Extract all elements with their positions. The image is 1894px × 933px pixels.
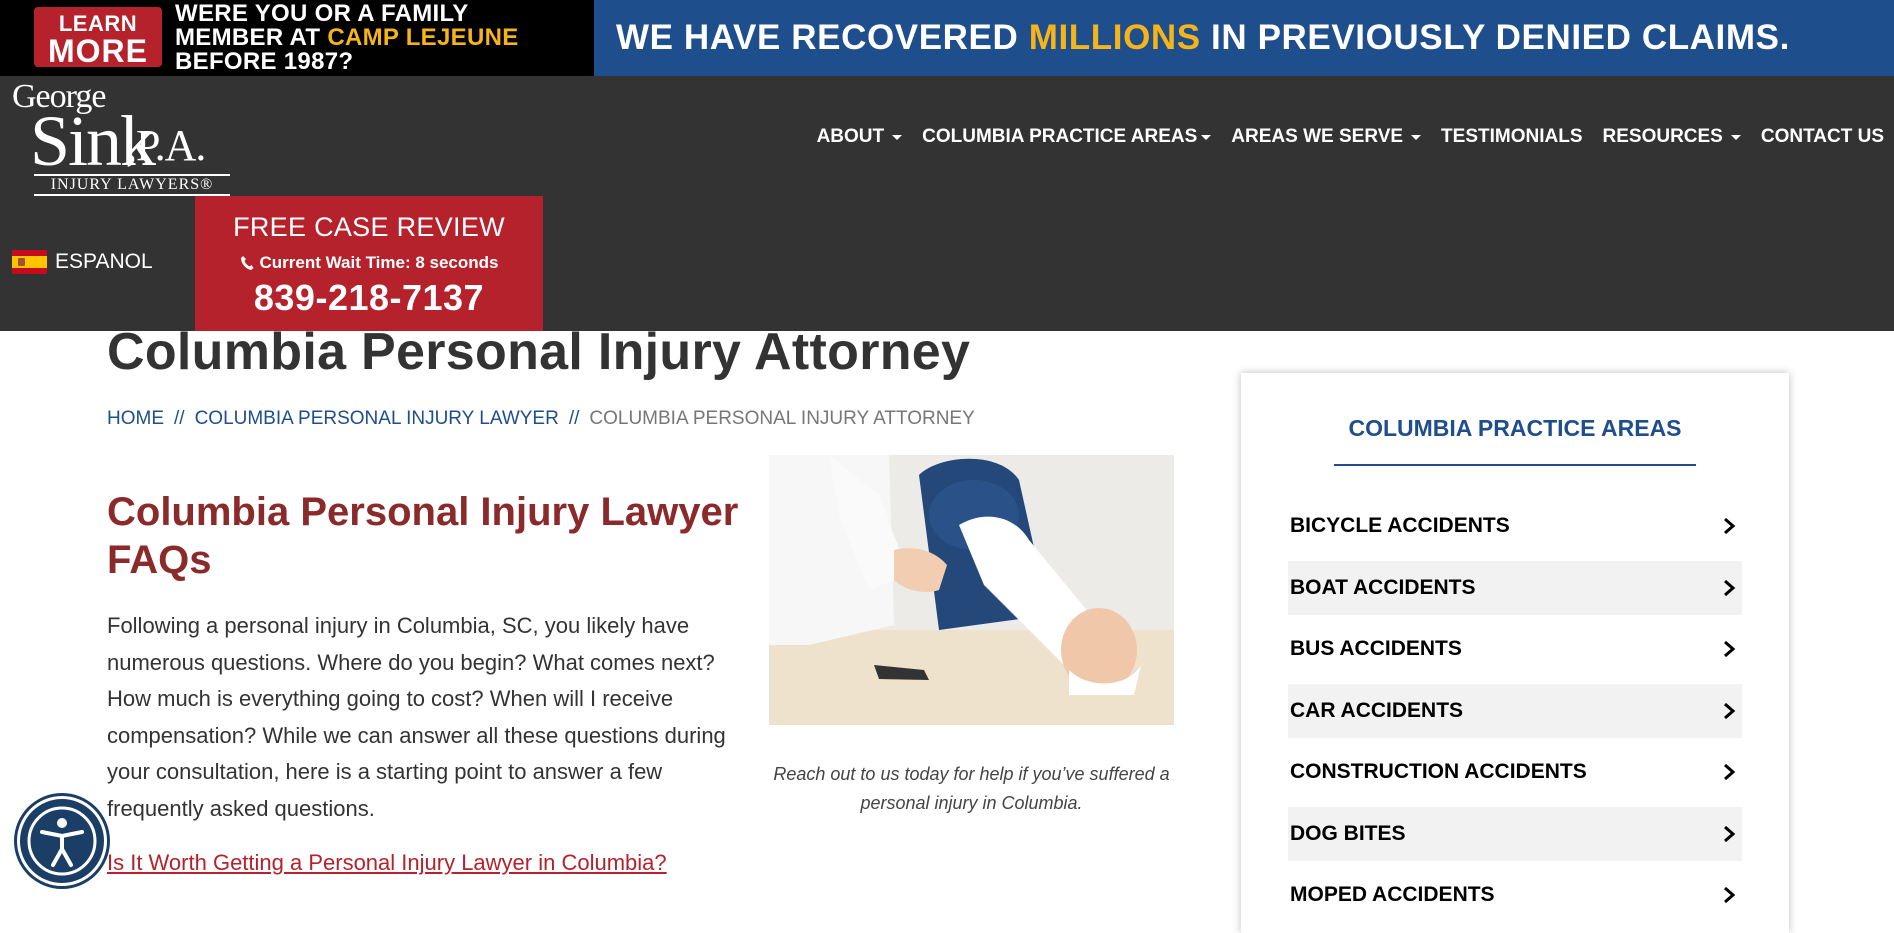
breadcrumb-separator: // (174, 408, 185, 429)
question-line1: WERE YOU OR A FAMILY (175, 0, 469, 27)
learn-more-line1: LEARN (58, 11, 138, 36)
top-banner: LEARN MORE WERE YOU OR A FAMILY MEMBER A… (0, 0, 1894, 76)
nav-testimonials[interactable]: TESTIMONIALS (1431, 126, 1592, 148)
sidebar-divider (1334, 464, 1696, 466)
practice-area-item[interactable]: DOG BITES (1288, 806, 1742, 861)
logo-pa: ,P.A. (126, 121, 206, 170)
practice-area-label: MOPED ACCIDENTS (1290, 883, 1495, 906)
faq-heading: Columbia Personal Injury Lawyer FAQs (107, 490, 739, 582)
chevron-down-icon (1201, 134, 1212, 140)
claims-text-c: IN PREVIOUSLY DENIED CLAIMS. (1200, 18, 1790, 57)
nav-about-label: ABOUT (816, 126, 885, 147)
wait-time-text: Current Wait Time: 8 seconds (259, 253, 499, 272)
practice-areas-list: BICYCLE ACCIDENTS BOAT ACCIDENTS BUS ACC… (1288, 499, 1742, 930)
practice-area-item[interactable]: MOPED ACCIDENTS (1288, 868, 1742, 922)
question-line3: BEFORE 1987? (175, 48, 354, 75)
chevron-down-icon (1730, 134, 1741, 140)
breadcrumb-current: COLUMBIA PERSONAL INJURY ATTORNEY (589, 408, 975, 429)
chevron-right-icon (1724, 825, 1736, 842)
practice-area-label: CONSTRUCTION ACCIDENTS (1290, 760, 1587, 783)
logo-injury-lawyers: INJURY LAWYERS® (34, 174, 230, 196)
practice-area-label: BOAT ACCIDENTS (1290, 575, 1476, 599)
nav-columbia-practice-areas[interactable]: COLUMBIA PRACTICE AREAS (912, 126, 1221, 148)
practice-area-item[interactable]: CAR ACCIDENTS (1288, 683, 1742, 738)
practice-area-item[interactable]: BUS ACCIDENTS (1288, 622, 1742, 676)
question-line2-a: MEMBER AT (175, 24, 328, 51)
intro-paragraph: Following a personal injury in Columbia,… (107, 613, 726, 821)
practice-area-label: BICYCLE ACCIDENTS (1290, 514, 1510, 537)
accessibility-button[interactable] (17, 796, 107, 886)
chevron-right-icon (1724, 886, 1736, 904)
phone-icon (240, 256, 253, 270)
nav-contact-us-label: CONTACT US (1760, 126, 1884, 147)
claims-text-a: WE HAVE RECOVERED (616, 18, 1029, 57)
breadcrumb: HOME // COLUMBIA PERSONAL INJURY LAWYER … (107, 408, 975, 430)
breadcrumb-parent[interactable]: COLUMBIA PERSONAL INJURY LAWYER (195, 408, 559, 430)
practice-area-label: DOG BITES (1290, 821, 1406, 845)
site-logo[interactable]: George Sink ,P.A. INJURY LAWYERS® (10, 78, 232, 198)
practice-area-item[interactable]: BOAT ACCIDENTS (1288, 560, 1742, 615)
wait-time: Current Wait Time: 8 seconds (195, 253, 543, 273)
nav-areas-we-serve[interactable]: AREAS WE SERVE (1221, 126, 1431, 148)
free-case-review-button[interactable]: FREE CASE REVIEW Current Wait Time: 8 se… (195, 196, 543, 331)
main-nav: ABOUT COLUMBIA PRACTICE AREAS AREAS WE S… (807, 126, 1894, 148)
sidebar-title: COLUMBIA PRACTICE AREAS (1348, 415, 1682, 441)
practice-area-item[interactable]: BICYCLE ACCIDENTS (1288, 499, 1742, 553)
practice-area-label: CAR ACCIDENTS (1290, 698, 1464, 722)
camp-lejeune-question: WERE YOU OR A FAMILY MEMBER AT CAMP LEJE… (175, 2, 519, 74)
camp-lejeune-promo[interactable]: LEARN MORE WERE YOU OR A FAMILY MEMBER A… (0, 0, 594, 76)
breadcrumb-separator: // (568, 408, 580, 429)
chevron-down-icon (892, 134, 903, 140)
practice-area-label: BUS ACCIDENTS (1290, 637, 1462, 660)
breadcrumb-home[interactable]: HOME (107, 408, 164, 430)
question-line2: MEMBER AT CAMP LEJEUNE (175, 26, 519, 50)
chevron-right-icon (1724, 640, 1736, 658)
language-switch[interactable]: ESPANOL (12, 250, 153, 274)
image-caption: Reach out to us today for help if you’ve… (773, 764, 1170, 813)
chevron-right-icon (1724, 702, 1736, 719)
learn-more-button[interactable]: LEARN MORE (34, 7, 162, 67)
faq-link[interactable]: Is It Worth Getting a Personal Injury La… (107, 850, 667, 876)
nav-areas-we-serve-label: AREAS WE SERVE (1231, 126, 1404, 147)
chevron-right-icon (1724, 517, 1736, 535)
practice-areas-sidebar: COLUMBIA PRACTICE AREAS BICYCLE ACCIDENT… (1241, 373, 1789, 933)
spain-flag-icon (12, 250, 47, 274)
nav-testimonials-label: TESTIMONIALS (1441, 126, 1583, 147)
nav-resources-label: RESOURCES (1602, 126, 1723, 147)
nav-practice-areas-label: COLUMBIA PRACTICE AREAS (922, 126, 1198, 147)
learn-more-line2: MORE (48, 33, 148, 69)
claims-text: WE HAVE RECOVERED MILLIONS IN PREVIOUSLY… (616, 18, 1790, 58)
nav-resources[interactable]: RESOURCES (1593, 126, 1751, 148)
site-header: George Sink ,P.A. INJURY LAWYERS® ABOUT … (0, 76, 1894, 331)
chevron-down-icon (1411, 134, 1422, 140)
injury-photo (769, 455, 1174, 725)
case-review-title: FREE CASE REVIEW (233, 212, 505, 242)
nav-contact-us[interactable]: CONTACT US (1751, 126, 1894, 148)
page-title: Columbia Personal Injury Attorney (107, 323, 971, 381)
claims-text-highlight: MILLIONS (1028, 18, 1201, 57)
question-line2-highlight: CAMP LEJEUNE (327, 24, 519, 51)
chevron-right-icon (1724, 579, 1736, 596)
chevron-right-icon (1724, 763, 1736, 781)
practice-area-item[interactable]: CONSTRUCTION ACCIDENTS (1288, 745, 1742, 799)
nav-about[interactable]: ABOUT (807, 126, 913, 148)
accessibility-icon (27, 806, 97, 876)
phone-number: 839-218-7137 (253, 277, 485, 318)
claims-banner: WE HAVE RECOVERED MILLIONS IN PREVIOUSLY… (594, 0, 1894, 76)
language-label: ESPANOL (55, 250, 153, 273)
